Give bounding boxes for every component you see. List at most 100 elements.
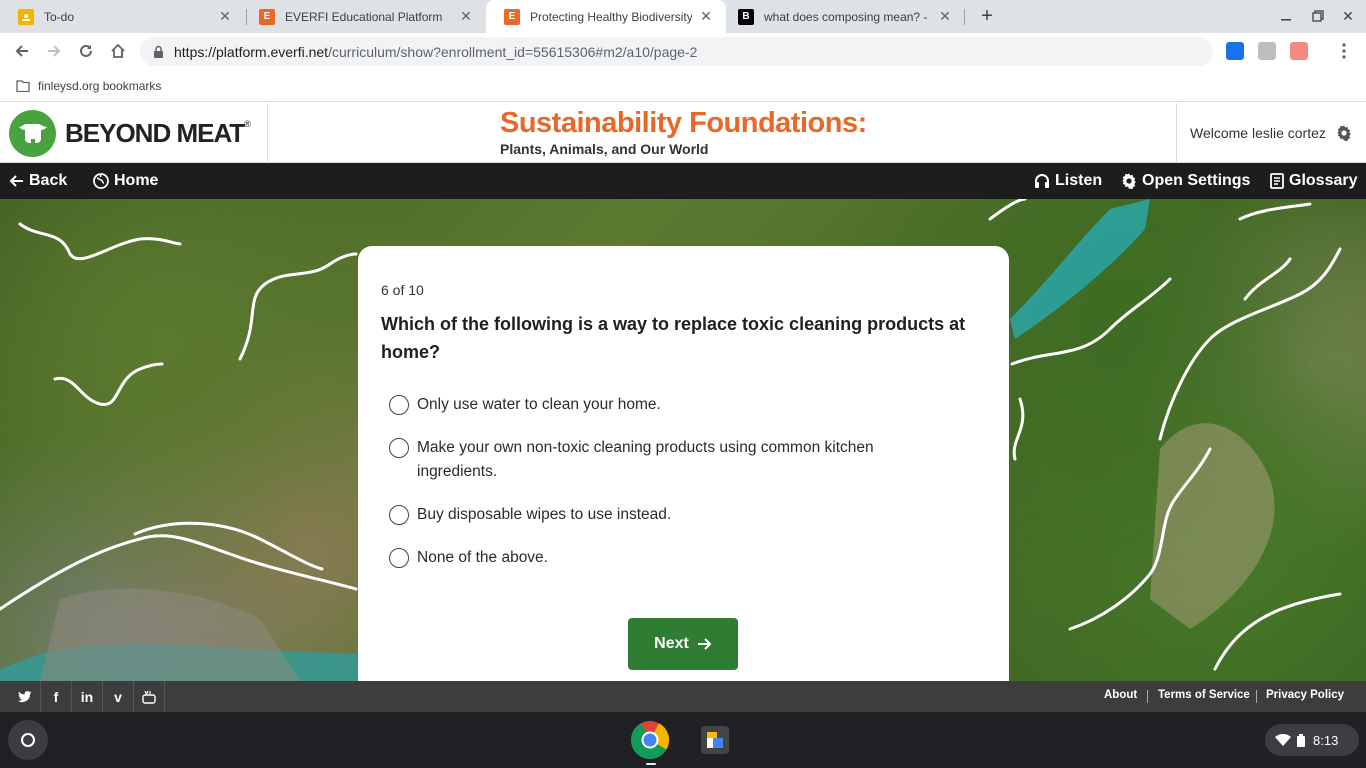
answer-option[interactable]: Only use water to clean your home. — [389, 394, 986, 417]
open-settings-button[interactable]: Open Settings — [1121, 163, 1250, 199]
close-tab-icon[interactable]: ✕ — [698, 8, 714, 25]
chrome-icon[interactable] — [630, 720, 670, 760]
everfi-e-icon: E — [504, 8, 520, 25]
everfi-e-icon: E — [259, 8, 275, 25]
browser-toolbar: https://platform.everfi.net/curriculum/s… — [0, 33, 1366, 70]
battery-icon — [1297, 733, 1305, 747]
lock-icon — [153, 45, 167, 59]
radio-button[interactable] — [389, 505, 409, 525]
brainly-b-icon: B — [738, 8, 754, 25]
tab-title: what does composing mean? - B — [764, 9, 931, 24]
welcome-area: Welcome leslie cortez — [1176, 103, 1366, 163]
footer-link-terms[interactable]: Terms of Service — [1158, 689, 1250, 701]
arrow-right-icon — [697, 638, 712, 650]
close-tab-icon[interactable]: ✕ — [937, 8, 953, 25]
site-footer: f in v About Terms of Service Privacy Po… — [0, 681, 1366, 712]
answer-option-label[interactable]: None of the above. — [417, 546, 937, 570]
extension-arrow-icon[interactable] — [1290, 42, 1308, 60]
answer-option[interactable]: Buy disposable wipes to use instead. — [389, 504, 986, 527]
system-tray[interactable]: 8:13 — [1265, 724, 1359, 756]
headphones-icon — [1035, 174, 1049, 188]
course-subtitle: Plants, Animals, and Our World — [500, 141, 709, 157]
tab-title: To-do — [44, 9, 75, 24]
back-button[interactable]: Back — [9, 163, 67, 199]
radio-button[interactable] — [389, 438, 409, 458]
home-button[interactable]: Home — [93, 163, 158, 199]
url-path: /curriculum/show?enrollment_id=55615306#… — [328, 43, 698, 60]
tab-everfi-platform[interactable]: E EVERFI Educational Platform ✕ — [241, 0, 486, 33]
welcome-text: Welcome leslie cortez — [1190, 125, 1326, 141]
gear-icon — [1122, 173, 1136, 189]
footer-link-privacy[interactable]: Privacy Policy — [1266, 689, 1344, 701]
course-nav-bar: Back Home Listen Open Settings Glossary — [0, 163, 1366, 199]
course-title: Sustainability Foundations: — [500, 107, 867, 139]
settings-label: Open Settings — [1142, 172, 1251, 189]
restore-icon[interactable] — [1307, 5, 1329, 27]
tab-title: EVERFI Educational Platform — [285, 9, 443, 24]
close-tab-icon[interactable]: ✕ — [217, 8, 233, 25]
youtube-icon[interactable] — [134, 681, 165, 712]
google-classroom-icon — [18, 8, 34, 25]
globe-icon — [93, 173, 109, 189]
radio-button[interactable] — [389, 548, 409, 568]
steer-logo-icon — [9, 109, 56, 157]
quiz-card: 6 of 10 Which of the following is a way … — [358, 246, 1009, 681]
facebook-icon[interactable]: f — [41, 681, 72, 712]
footer-link-about[interactable]: About — [1104, 689, 1137, 701]
tab-title: Protecting Healthy Biodiversity | E — [530, 9, 692, 24]
next-button[interactable]: Next — [628, 618, 738, 670]
gear-icon[interactable] — [1336, 125, 1352, 141]
bookmarks-bar: finleysd.org bookmarks — [0, 70, 1366, 102]
vimeo-icon[interactable]: v — [103, 681, 134, 712]
answer-option-label[interactable]: Buy disposable wipes to use instead. — [417, 503, 937, 527]
tab-protecting-biodiversity[interactable]: E Protecting Healthy Biodiversity | E ✕ — [486, 0, 726, 33]
new-tab-icon[interactable]: + — [976, 5, 998, 27]
answer-option[interactable]: None of the above. — [389, 547, 986, 570]
question-progress: 6 of 10 — [381, 282, 424, 298]
tab-composing-mean[interactable]: B what does composing mean? - B ✕ — [720, 0, 965, 33]
launcher-button[interactable] — [8, 720, 48, 760]
tab-divider — [964, 9, 965, 25]
linkedin-icon[interactable]: in — [72, 681, 103, 712]
extension-globe-icon[interactable] — [1226, 42, 1244, 60]
content-area: 6 of 10 Which of the following is a way … — [0, 199, 1366, 681]
close-window-icon[interactable]: ✕ — [1337, 5, 1359, 27]
clock-time: 8:13 — [1313, 732, 1339, 748]
glossary-button[interactable]: Glossary — [1270, 163, 1357, 199]
tab-to-do[interactable]: To-do ✕ — [0, 0, 245, 33]
menu-kebab-icon[interactable] — [1331, 38, 1357, 64]
os-shelf: 8:13 — [0, 712, 1366, 768]
forward-arrow-icon[interactable] — [41, 38, 67, 64]
footer-divider — [1147, 690, 1148, 703]
site-header: BEYOND MEAT ® Sustainability Foundations:… — [0, 103, 1366, 163]
wifi-icon — [1275, 734, 1291, 746]
minimize-icon[interactable] — [1275, 5, 1297, 27]
twitter-icon[interactable] — [10, 681, 41, 712]
bookmark-folder-link[interactable]: finleysd.org bookmarks — [38, 79, 161, 93]
radio-button[interactable] — [389, 395, 409, 415]
answer-options: Only use water to clean your home. Make … — [381, 394, 986, 570]
answer-option-label[interactable]: Only use water to clean your home. — [417, 393, 937, 417]
book-icon — [1270, 173, 1284, 189]
files-app-icon[interactable] — [695, 720, 735, 760]
back-arrow-icon[interactable] — [9, 38, 35, 64]
home-icon[interactable] — [105, 38, 131, 64]
question-text: Which of the following is a way to repla… — [381, 314, 966, 362]
answer-option[interactable]: Make your own non-toxic cleaning product… — [389, 437, 986, 484]
footer-divider — [1256, 690, 1257, 703]
folder-icon — [16, 79, 30, 92]
listen-button[interactable]: Listen — [1034, 163, 1102, 199]
active-app-indicator — [646, 763, 656, 765]
url-host: https://platform.everfi.net — [174, 43, 329, 60]
extension-screenshot-icon[interactable] — [1258, 42, 1276, 60]
arrow-left-icon — [9, 175, 23, 187]
logo-wordmark: BEYOND MEAT — [65, 117, 245, 148]
close-tab-icon[interactable]: ✕ — [458, 8, 474, 25]
address-bar[interactable]: https://platform.everfi.net/curriculum/s… — [140, 37, 1213, 66]
answer-option-label[interactable]: Make your own non-toxic cleaning product… — [417, 436, 937, 484]
next-label: Next — [654, 635, 689, 652]
launcher-circle-icon — [21, 733, 35, 747]
browser-tab-strip: To-do ✕ E EVERFI Educational Platform ✕ … — [0, 0, 1366, 33]
reload-icon[interactable] — [73, 38, 99, 64]
glossary-label: Glossary — [1289, 172, 1358, 189]
